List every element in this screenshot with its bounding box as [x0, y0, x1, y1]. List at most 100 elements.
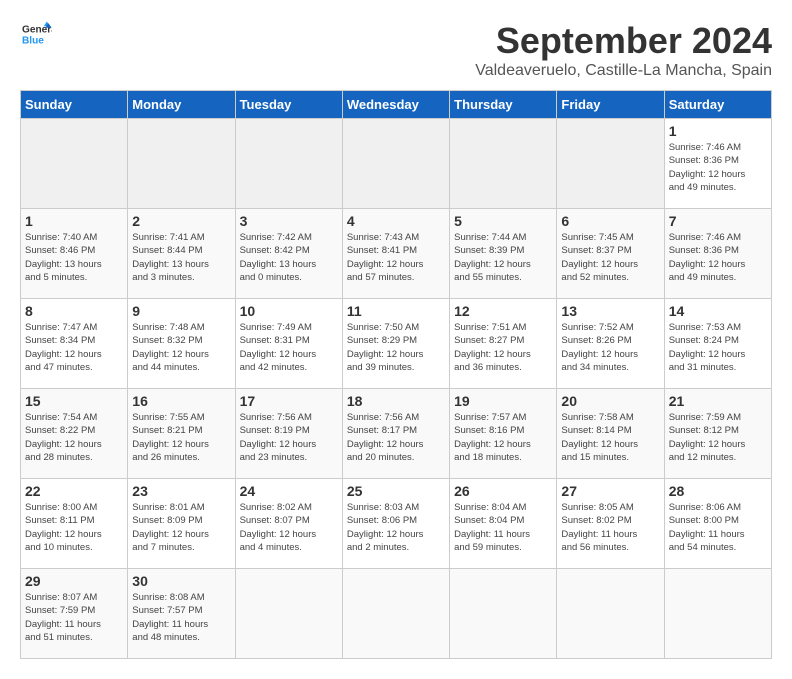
- calendar-day-cell: 23 Sunrise: 8:01 AMSunset: 8:09 PMDaylig…: [128, 479, 235, 569]
- day-info: Sunrise: 7:46 AMSunset: 8:36 PMDaylight:…: [669, 141, 767, 194]
- header-tuesday: Tuesday: [235, 91, 342, 119]
- calendar-day-cell: 28 Sunrise: 8:06 AMSunset: 8:00 PMDaylig…: [664, 479, 771, 569]
- calendar-day-cell: 12 Sunrise: 7:51 AMSunset: 8:27 PMDaylig…: [450, 299, 557, 389]
- day-number: 10: [240, 303, 338, 319]
- calendar-week-row: 15 Sunrise: 7:54 AMSunset: 8:22 PMDaylig…: [21, 389, 772, 479]
- day-info: Sunrise: 8:03 AMSunset: 8:06 PMDaylight:…: [347, 501, 445, 554]
- day-number: 24: [240, 483, 338, 499]
- day-number: 22: [25, 483, 123, 499]
- day-info: Sunrise: 7:56 AMSunset: 8:19 PMDaylight:…: [240, 411, 338, 464]
- calendar-day-cell: 1 Sunrise: 7:40 AMSunset: 8:46 PMDayligh…: [21, 209, 128, 299]
- calendar-day-cell: 21 Sunrise: 7:59 AMSunset: 8:12 PMDaylig…: [664, 389, 771, 479]
- header-wednesday: Wednesday: [342, 91, 449, 119]
- calendar-day-cell: 20 Sunrise: 7:58 AMSunset: 8:14 PMDaylig…: [557, 389, 664, 479]
- day-number: 3: [240, 213, 338, 229]
- day-info: Sunrise: 7:45 AMSunset: 8:37 PMDaylight:…: [561, 231, 659, 284]
- calendar-day-cell: 2 Sunrise: 7:41 AMSunset: 8:44 PMDayligh…: [128, 209, 235, 299]
- logo-icon: General Blue: [20, 20, 52, 48]
- month-title: September 2024: [475, 20, 772, 62]
- logo: General Blue: [20, 20, 52, 48]
- calendar-day-cell: 25 Sunrise: 8:03 AMSunset: 8:06 PMDaylig…: [342, 479, 449, 569]
- calendar-week-row: 22 Sunrise: 8:00 AMSunset: 8:11 PMDaylig…: [21, 479, 772, 569]
- svg-text:Blue: Blue: [22, 35, 44, 46]
- calendar-day-cell: [342, 569, 449, 659]
- day-number: 14: [669, 303, 767, 319]
- title-section: September 2024 Valdeaveruelo, Castille-L…: [475, 20, 772, 80]
- day-number: 26: [454, 483, 552, 499]
- header: General Blue September 2024 Valdeaveruel…: [20, 20, 772, 80]
- day-info: Sunrise: 7:55 AMSunset: 8:21 PMDaylight:…: [132, 411, 230, 464]
- calendar-day-cell: 7 Sunrise: 7:46 AMSunset: 8:36 PMDayligh…: [664, 209, 771, 299]
- day-info: Sunrise: 7:53 AMSunset: 8:24 PMDaylight:…: [669, 321, 767, 374]
- day-info: Sunrise: 7:52 AMSunset: 8:26 PMDaylight:…: [561, 321, 659, 374]
- calendar-day-cell: 9 Sunrise: 7:48 AMSunset: 8:32 PMDayligh…: [128, 299, 235, 389]
- day-number: 18: [347, 393, 445, 409]
- location-title: Valdeaveruelo, Castille-La Mancha, Spain: [475, 62, 772, 80]
- calendar-week-row: 1 Sunrise: 7:40 AMSunset: 8:46 PMDayligh…: [21, 209, 772, 299]
- calendar-day-cell: 13 Sunrise: 7:52 AMSunset: 8:26 PMDaylig…: [557, 299, 664, 389]
- calendar-day-cell: [450, 569, 557, 659]
- calendar-day-cell: 26 Sunrise: 8:04 AMSunset: 8:04 PMDaylig…: [450, 479, 557, 569]
- calendar-day-cell: 24 Sunrise: 8:02 AMSunset: 8:07 PMDaylig…: [235, 479, 342, 569]
- day-number: 21: [669, 393, 767, 409]
- day-info: Sunrise: 8:05 AMSunset: 8:02 PMDaylight:…: [561, 501, 659, 554]
- day-number: 12: [454, 303, 552, 319]
- day-info: Sunrise: 8:06 AMSunset: 8:00 PMDaylight:…: [669, 501, 767, 554]
- day-number: 27: [561, 483, 659, 499]
- calendar-day-cell: 5 Sunrise: 7:44 AMSunset: 8:39 PMDayligh…: [450, 209, 557, 299]
- day-info: Sunrise: 7:54 AMSunset: 8:22 PMDaylight:…: [25, 411, 123, 464]
- day-info: Sunrise: 8:02 AMSunset: 8:07 PMDaylight:…: [240, 501, 338, 554]
- day-number: 13: [561, 303, 659, 319]
- calendar-day-cell: 1 Sunrise: 7:46 AMSunset: 8:36 PMDayligh…: [664, 119, 771, 209]
- calendar-day-cell: [557, 569, 664, 659]
- calendar-day-cell: 11 Sunrise: 7:50 AMSunset: 8:29 PMDaylig…: [342, 299, 449, 389]
- day-number: 1: [25, 213, 123, 229]
- calendar-day-cell: [235, 569, 342, 659]
- day-info: Sunrise: 7:58 AMSunset: 8:14 PMDaylight:…: [561, 411, 659, 464]
- day-info: Sunrise: 8:08 AMSunset: 7:57 PMDaylight:…: [132, 591, 230, 644]
- header-monday: Monday: [128, 91, 235, 119]
- day-info: Sunrise: 7:44 AMSunset: 8:39 PMDaylight:…: [454, 231, 552, 284]
- header-friday: Friday: [557, 91, 664, 119]
- day-number: 28: [669, 483, 767, 499]
- day-number: 11: [347, 303, 445, 319]
- day-info: Sunrise: 7:49 AMSunset: 8:31 PMDaylight:…: [240, 321, 338, 374]
- day-info: Sunrise: 7:59 AMSunset: 8:12 PMDaylight:…: [669, 411, 767, 464]
- day-info: Sunrise: 7:50 AMSunset: 8:29 PMDaylight:…: [347, 321, 445, 374]
- day-info: Sunrise: 7:57 AMSunset: 8:16 PMDaylight:…: [454, 411, 552, 464]
- day-number: 6: [561, 213, 659, 229]
- day-info: Sunrise: 7:41 AMSunset: 8:44 PMDaylight:…: [132, 231, 230, 284]
- calendar-day-cell: [557, 119, 664, 209]
- calendar-day-cell: [21, 119, 128, 209]
- day-number: 17: [240, 393, 338, 409]
- day-number: 16: [132, 393, 230, 409]
- day-number: 7: [669, 213, 767, 229]
- calendar-day-cell: 4 Sunrise: 7:43 AMSunset: 8:41 PMDayligh…: [342, 209, 449, 299]
- day-number: 9: [132, 303, 230, 319]
- calendar-week-row: 29 Sunrise: 8:07 AMSunset: 7:59 PMDaylig…: [21, 569, 772, 659]
- calendar-day-cell: 8 Sunrise: 7:47 AMSunset: 8:34 PMDayligh…: [21, 299, 128, 389]
- day-info: Sunrise: 7:42 AMSunset: 8:42 PMDaylight:…: [240, 231, 338, 284]
- calendar-day-cell: 15 Sunrise: 7:54 AMSunset: 8:22 PMDaylig…: [21, 389, 128, 479]
- day-number: 29: [25, 573, 123, 589]
- day-info: Sunrise: 7:56 AMSunset: 8:17 PMDaylight:…: [347, 411, 445, 464]
- day-info: Sunrise: 7:43 AMSunset: 8:41 PMDaylight:…: [347, 231, 445, 284]
- day-info: Sunrise: 8:00 AMSunset: 8:11 PMDaylight:…: [25, 501, 123, 554]
- header-sunday: Sunday: [21, 91, 128, 119]
- calendar-day-cell: 22 Sunrise: 8:00 AMSunset: 8:11 PMDaylig…: [21, 479, 128, 569]
- header-row: Sunday Monday Tuesday Wednesday Thursday…: [21, 91, 772, 119]
- calendar-table: Sunday Monday Tuesday Wednesday Thursday…: [20, 90, 772, 659]
- day-info: Sunrise: 7:46 AMSunset: 8:36 PMDaylight:…: [669, 231, 767, 284]
- day-number: 19: [454, 393, 552, 409]
- calendar-day-cell: 10 Sunrise: 7:49 AMSunset: 8:31 PMDaylig…: [235, 299, 342, 389]
- calendar-day-cell: 6 Sunrise: 7:45 AMSunset: 8:37 PMDayligh…: [557, 209, 664, 299]
- day-number: 15: [25, 393, 123, 409]
- day-number: 4: [347, 213, 445, 229]
- calendar-day-cell: [450, 119, 557, 209]
- day-info: Sunrise: 7:40 AMSunset: 8:46 PMDaylight:…: [25, 231, 123, 284]
- calendar-day-cell: 19 Sunrise: 7:57 AMSunset: 8:16 PMDaylig…: [450, 389, 557, 479]
- day-info: Sunrise: 7:47 AMSunset: 8:34 PMDaylight:…: [25, 321, 123, 374]
- calendar-week-row: 8 Sunrise: 7:47 AMSunset: 8:34 PMDayligh…: [21, 299, 772, 389]
- day-number: 5: [454, 213, 552, 229]
- header-saturday: Saturday: [664, 91, 771, 119]
